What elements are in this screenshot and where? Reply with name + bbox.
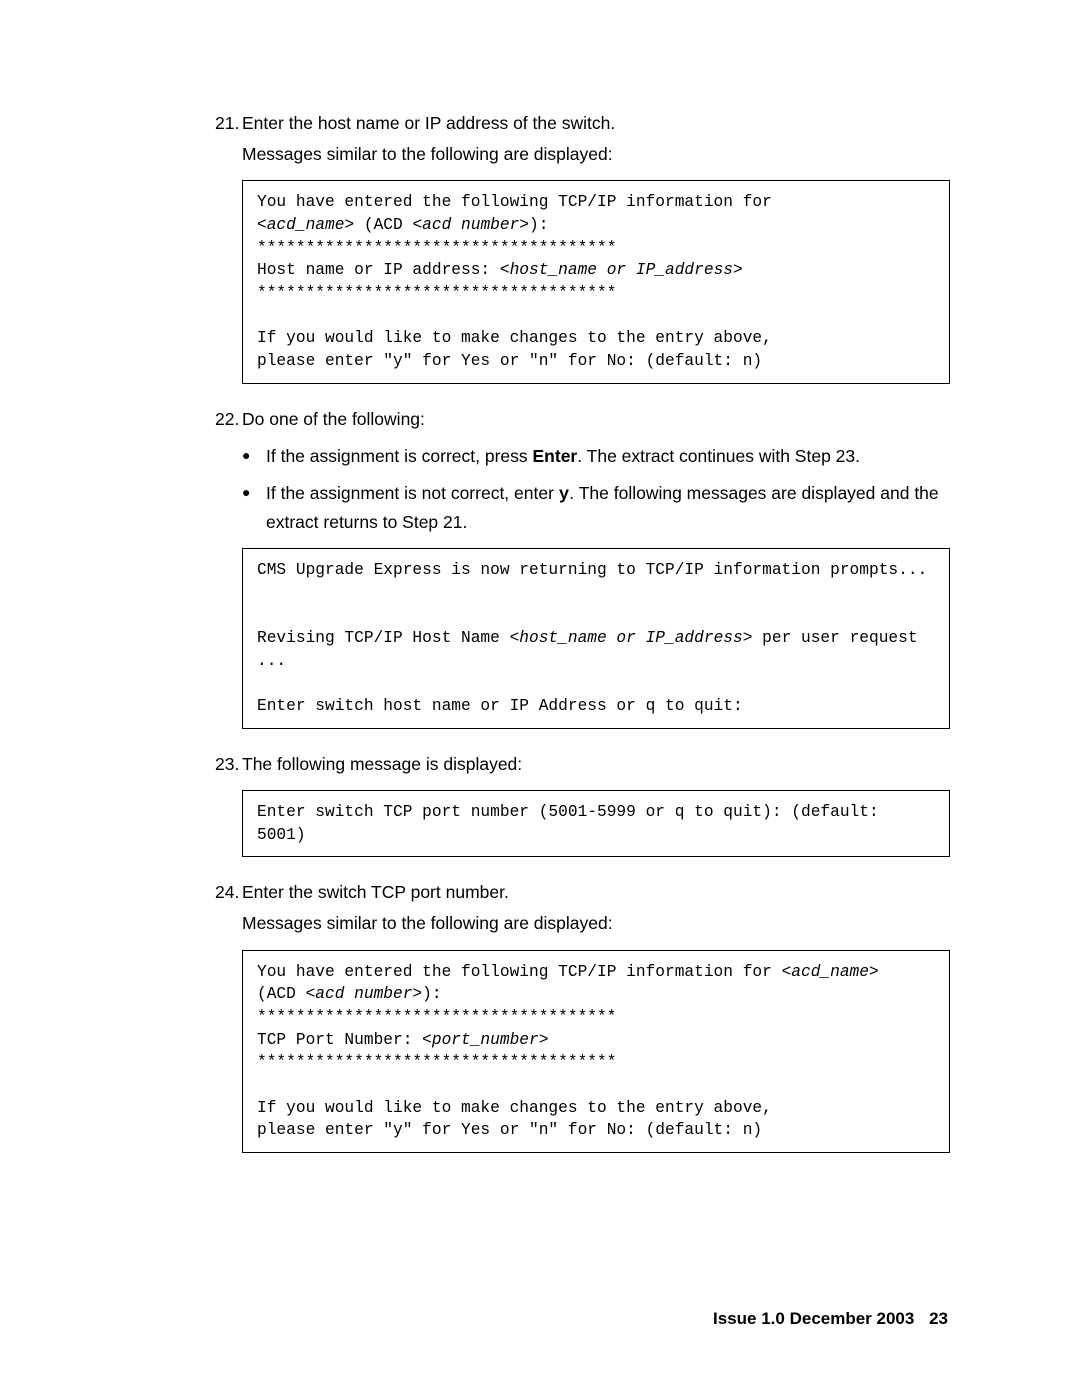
page-footer: Issue 1.0 December 2003 23 [713, 1309, 948, 1329]
bullet-bold: Enter [533, 446, 578, 466]
code-text: CMS Upgrade Express is now returning to … [257, 561, 927, 579]
code-text: ************************************* [257, 1008, 616, 1026]
code-text: If you would like to make changes to the… [257, 1099, 772, 1117]
code-text: Enter switch TCP port number (5001-5999 … [257, 803, 888, 844]
code-text: ): [529, 216, 548, 234]
step-line: 23. The following message is displayed: [215, 751, 950, 778]
step-22: 22. Do one of the following: If the assi… [215, 406, 950, 729]
step-subtext: Messages similar to the following are di… [242, 910, 950, 937]
code-placeholder: <host_name or IP_address> [500, 261, 743, 279]
code-text: Host name or IP address: [257, 261, 500, 279]
step-line: 21. Enter the host name or IP address of… [215, 110, 950, 137]
step-21: 21. Enter the host name or IP address of… [215, 110, 950, 384]
code-text: please enter "y" for Yes or "n" for No: … [257, 1121, 762, 1139]
step-number: 24. [215, 879, 242, 906]
code-placeholder: <acd number> [412, 216, 529, 234]
code-text: You have entered the following TCP/IP in… [257, 963, 782, 981]
code-text: (ACD [257, 985, 306, 1003]
step-number: 22. [215, 406, 242, 433]
list-item: If the assignment is not correct, enter … [242, 480, 950, 536]
bullet-text: . The extract continues with Step 23. [577, 446, 860, 466]
code-text: (ACD [354, 216, 412, 234]
step-23: 23. The following message is displayed: … [215, 751, 950, 857]
code-text: please enter "y" for Yes or "n" for No: … [257, 352, 762, 370]
code-block: Enter switch TCP port number (5001-5999 … [242, 790, 950, 857]
step-line: 22. Do one of the following: [215, 406, 950, 433]
step-text: Enter the switch TCP port number. [242, 879, 950, 906]
footer-issue: Issue 1.0 December 2003 [713, 1309, 914, 1328]
step-number: 23. [215, 751, 242, 778]
code-placeholder: <port_number> [422, 1031, 548, 1049]
step-text: Enter the host name or IP address of the… [242, 110, 950, 137]
code-placeholder: <acd number> [306, 985, 423, 1003]
step-24: 24. Enter the switch TCP port number. Me… [215, 879, 950, 1153]
bullet-mono: y [559, 485, 570, 505]
code-block: You have entered the following TCP/IP in… [242, 950, 950, 1153]
code-text: TCP Port Number: [257, 1031, 422, 1049]
code-placeholder: <acd_name> [257, 216, 354, 234]
footer-page-number: 23 [929, 1309, 948, 1328]
step-line: 24. Enter the switch TCP port number. [215, 879, 950, 906]
code-text: If you would like to make changes to the… [257, 329, 772, 347]
code-block: You have entered the following TCP/IP in… [242, 180, 950, 383]
bullet-text: If the assignment is correct, press [266, 446, 533, 466]
bullet-text: If the assignment is not correct, enter [266, 483, 559, 503]
code-text: Enter switch host name or IP Address or … [257, 697, 743, 715]
code-text: You have entered the following TCP/IP in… [257, 193, 772, 211]
code-placeholder: <host_name or IP_address> [510, 629, 753, 647]
step-text: The following message is displayed: [242, 751, 950, 778]
bullet-list: If the assignment is correct, press Ente… [242, 443, 950, 536]
step-text: Do one of the following: [242, 406, 950, 433]
code-text: ************************************* [257, 284, 616, 302]
step-subtext: Messages similar to the following are di… [242, 141, 950, 168]
code-text: ): [422, 985, 441, 1003]
page-content: 21. Enter the host name or IP address of… [0, 0, 1080, 1235]
code-text: ************************************* [257, 1053, 616, 1071]
step-number: 21. [215, 110, 242, 137]
list-item: If the assignment is correct, press Ente… [242, 443, 950, 470]
code-text: Revising TCP/IP Host Name [257, 629, 510, 647]
code-text: ************************************* [257, 239, 616, 257]
code-placeholder: <acd_name> [782, 963, 879, 981]
code-block: CMS Upgrade Express is now returning to … [242, 548, 950, 729]
